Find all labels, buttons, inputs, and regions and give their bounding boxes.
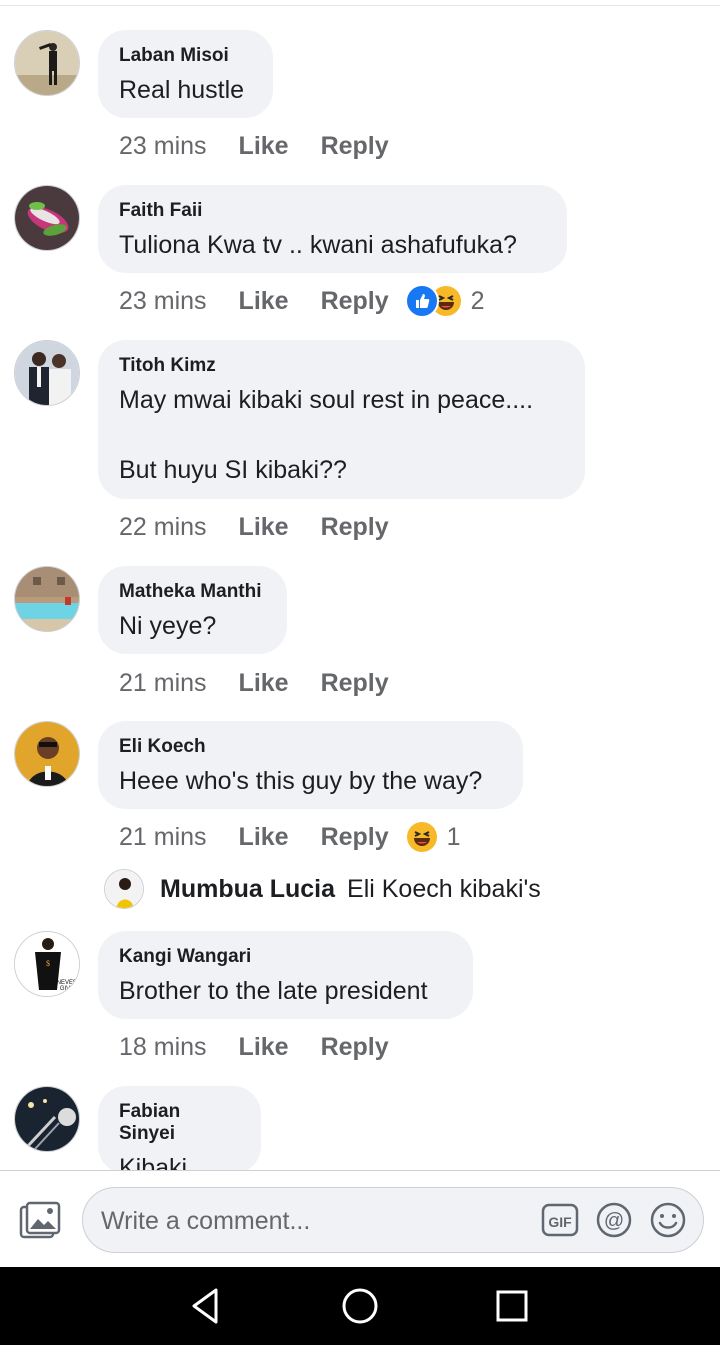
comment-time[interactable]: 23 mins	[119, 132, 207, 161]
reply-button[interactable]: Reply	[321, 669, 389, 698]
avatar[interactable]	[14, 185, 80, 251]
comment-bubble: Eli Koech Heee who's this guy by the way…	[98, 721, 523, 809]
avatar[interactable]	[14, 566, 80, 632]
comment-author[interactable]: Laban Misoi	[119, 45, 251, 67]
comment-composer: GIF @	[0, 1170, 720, 1267]
avatar[interactable]	[104, 869, 144, 909]
reply-author[interactable]: Mumbua Lucia	[160, 875, 335, 904]
like-button[interactable]: Like	[239, 132, 289, 161]
comment-actions: 18 mins Like Reply	[119, 1030, 421, 1064]
comment-actions: 21 mins Like Reply 1	[119, 820, 461, 854]
avatar[interactable]	[14, 340, 80, 406]
comment-bubble: Fabian Sinyei Kibaki	[98, 1086, 261, 1170]
reply-button[interactable]: Reply	[321, 513, 389, 542]
reply-button[interactable]: Reply	[321, 287, 389, 316]
recents-square-icon[interactable]	[492, 1286, 532, 1326]
like-button[interactable]: Like	[239, 287, 289, 316]
svg-text:GIVE: GIVE	[60, 986, 74, 992]
comment-bubble: Matheka Manthi Ni yeye?	[98, 566, 287, 654]
at-icon[interactable]: @	[595, 1201, 633, 1239]
comment-bubble: Kangi Wangari Brother to the late presid…	[98, 931, 473, 1019]
comment-text: Real hustle	[119, 76, 245, 104]
avatar[interactable]	[14, 721, 80, 787]
comment-author[interactable]: Eli Koech	[119, 736, 501, 758]
comment-time[interactable]: 21 mins	[119, 669, 207, 698]
comment-author[interactable]: Matheka Manthi	[119, 581, 265, 603]
comment-time[interactable]: 21 mins	[119, 823, 207, 852]
avatar[interactable]: $ NEVER GIVE	[14, 931, 80, 997]
like-button[interactable]: Like	[239, 1033, 289, 1062]
comment-bubble: Faith Faii Tuliona Kwa tv .. kwani ashaf…	[98, 185, 567, 273]
comment-actions: 21 mins Like Reply	[119, 666, 421, 700]
comment-time[interactable]: 23 mins	[119, 287, 207, 316]
emoji-icon[interactable]	[649, 1201, 687, 1239]
comment-time[interactable]: 18 mins	[119, 1033, 207, 1062]
reaction-count: 1	[446, 822, 461, 851]
photo-icon[interactable]	[18, 1201, 62, 1241]
reply-button[interactable]: Reply	[321, 823, 389, 852]
comment-list[interactable]: Laban Misoi Real hustle 23 mins Like Rep…	[0, 0, 720, 1170]
reply-button[interactable]: Reply	[321, 1033, 389, 1062]
avatar[interactable]	[14, 30, 80, 96]
comment-author[interactable]: Faith Faii	[119, 200, 545, 222]
comment-text: Ni yeye?	[119, 612, 217, 640]
svg-text:@: @	[604, 1210, 624, 1232]
reactions-summary[interactable]: 1	[404, 820, 461, 854]
comment-text: May mwai kibaki soul rest in peace.... B…	[119, 386, 534, 484]
like-button[interactable]: Like	[239, 669, 289, 698]
like-button[interactable]: Like	[239, 823, 289, 852]
reaction-count: 2	[470, 286, 485, 315]
comment-author[interactable]: Fabian Sinyei	[119, 1101, 239, 1145]
comment-bubble: Titoh Kimz May mwai kibaki soul rest in …	[98, 340, 585, 499]
comment-time[interactable]: 22 mins	[119, 513, 207, 542]
comment-input-box[interactable]: GIF @	[82, 1187, 704, 1254]
comment-actions: 23 mins Like Reply 2	[119, 284, 485, 318]
reactions-summary[interactable]: 2	[404, 284, 485, 318]
reply-button[interactable]: Reply	[321, 132, 389, 161]
comment-text: Heee who's this guy by the way?	[119, 767, 483, 795]
comment-actions: 22 mins Like Reply	[119, 510, 421, 544]
back-triangle-icon[interactable]	[186, 1286, 226, 1326]
comment-author[interactable]: Kangi Wangari	[119, 946, 451, 968]
svg-text:GIF: GIF	[548, 1214, 572, 1230]
home-circle-icon[interactable]	[340, 1286, 380, 1326]
thumbs-up-icon	[404, 284, 439, 318]
comment-actions: 23 mins Like Reply	[119, 129, 421, 163]
laughing-face-icon	[404, 820, 439, 854]
comment-text: Kibaki	[119, 1154, 188, 1170]
like-button[interactable]: Like	[239, 513, 289, 542]
comment-text: Brother to the late president	[119, 977, 428, 1005]
comment-input[interactable]	[99, 1188, 523, 1254]
comment-author[interactable]: Titoh Kimz	[119, 355, 563, 377]
gif-icon[interactable]: GIF	[541, 1202, 579, 1238]
system-nav-bar	[0, 1267, 720, 1345]
comment-text: Tuliona Kwa tv .. kwani ashafufuka?	[119, 231, 517, 259]
svg-text:$: $	[46, 959, 50, 968]
avatar[interactable]	[14, 1086, 80, 1152]
comment-bubble: Laban Misoi Real hustle	[98, 30, 273, 118]
reply-text: Eli Koech kibaki's	[347, 874, 541, 903]
reply-preview[interactable]: Mumbua Lucia Eli Koech kibaki's	[104, 868, 541, 910]
